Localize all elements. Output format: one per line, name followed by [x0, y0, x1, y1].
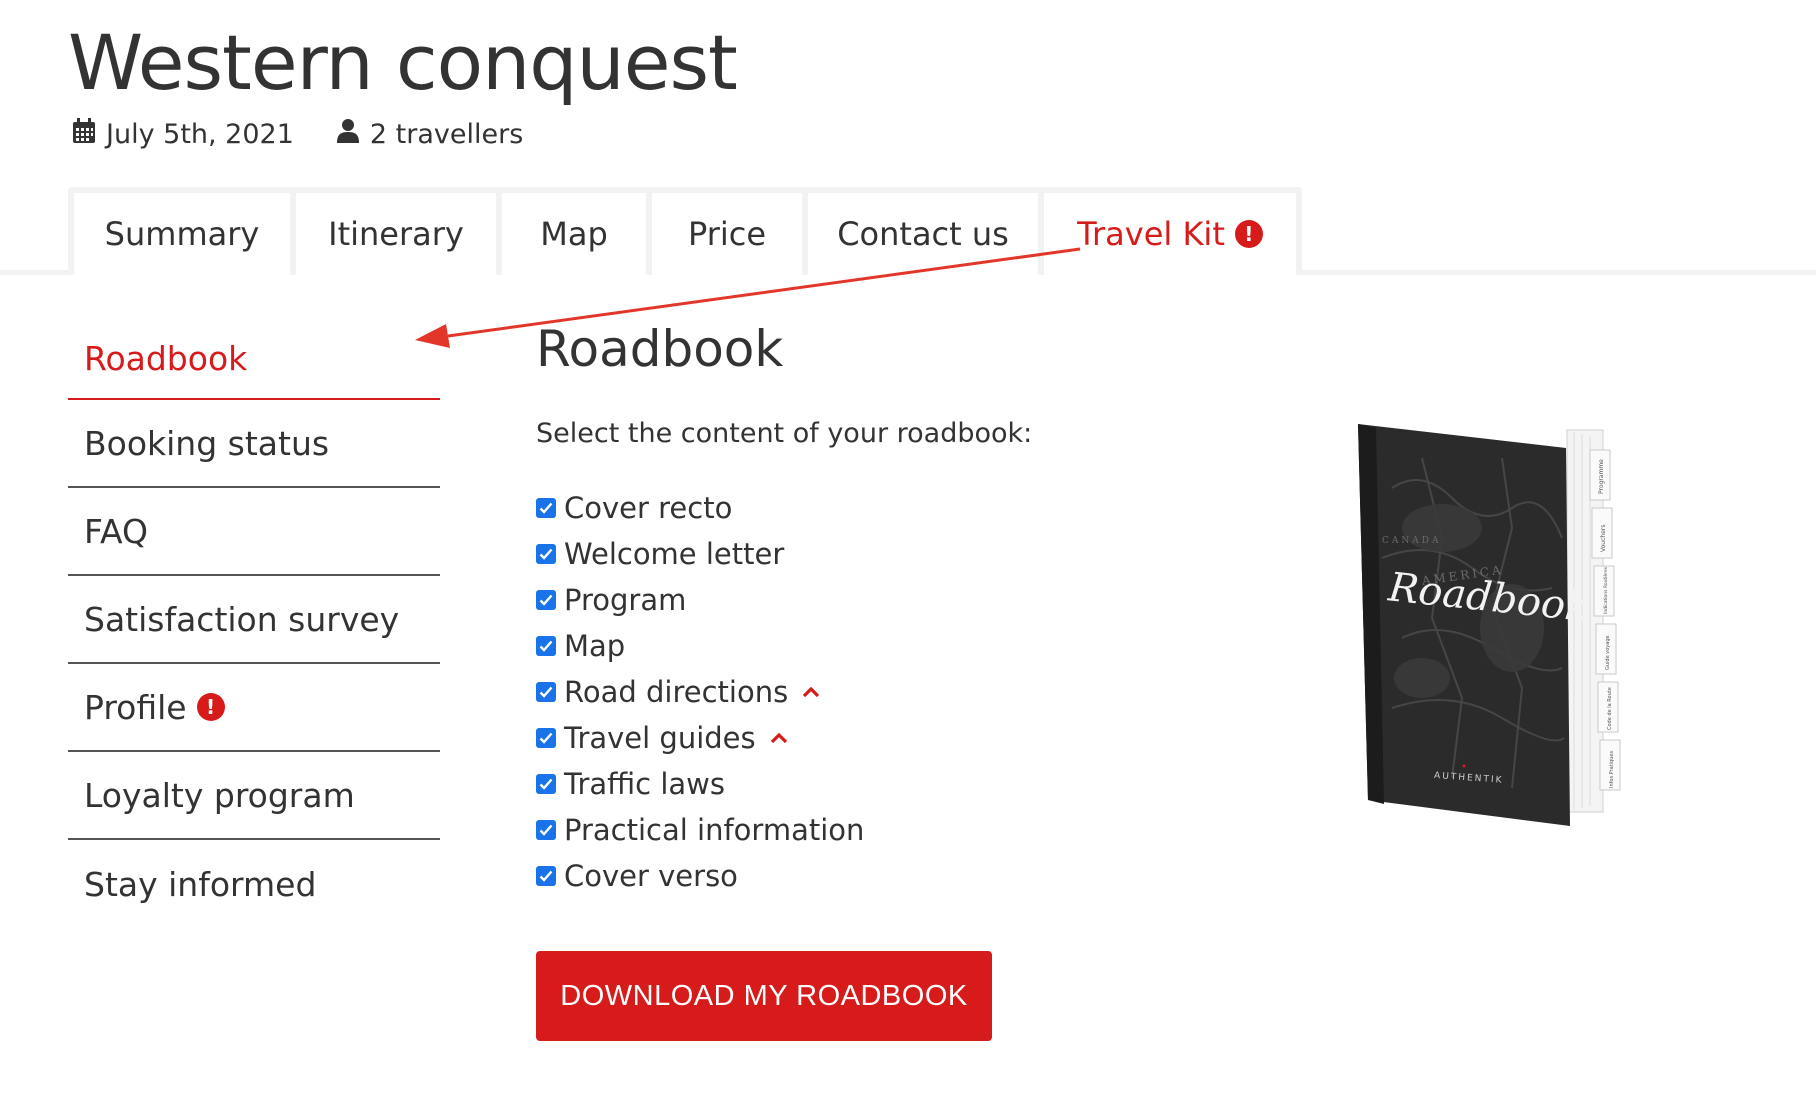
page: Western conquest July 5th, 2021 2 travel…	[0, 0, 1816, 1096]
tab-bar: Summary Itinerary Map Price Contact us T…	[68, 187, 1302, 275]
date-meta: July 5th, 2021	[72, 118, 294, 151]
book-tab-label: Infos Pratiques	[1609, 751, 1615, 788]
checkbox-checked[interactable]	[536, 682, 556, 702]
book-map-label: CANADA	[1382, 536, 1441, 546]
calendar-icon	[72, 118, 106, 151]
sidebar-item-faq[interactable]: FAQ	[68, 488, 440, 576]
tab-price[interactable]: Price	[652, 193, 802, 275]
page-title: Western conquest	[68, 18, 738, 107]
tab-summary[interactable]: Summary	[74, 193, 290, 275]
tab-travel-kit[interactable]: Travel Kit !	[1044, 193, 1296, 275]
book-tab-label: Vouchers	[1600, 525, 1607, 553]
travellers-count: 2 travellers	[369, 119, 524, 150]
option-cover-recto[interactable]: Cover recto	[536, 485, 1256, 531]
checkbox-checked[interactable]	[536, 590, 556, 610]
tab-map[interactable]: Map	[502, 193, 646, 275]
checkbox-checked[interactable]	[536, 544, 556, 564]
option-road-directions[interactable]: Road directions	[536, 669, 1256, 715]
option-cover-verso[interactable]: Cover verso	[536, 853, 1256, 899]
sidebar-item-stay-informed[interactable]: Stay informed	[68, 840, 440, 928]
checkbox-checked[interactable]	[536, 774, 556, 794]
roadbook-panel: Roadbook Select the content of your road…	[536, 320, 1256, 1041]
alert-icon: !	[1234, 220, 1263, 248]
book-tab-label: Indications Routières	[1602, 566, 1609, 614]
sidebar-item-loyalty-program[interactable]: Loyalty program	[68, 752, 440, 840]
alert-icon: !	[196, 693, 225, 721]
option-map[interactable]: Map	[536, 623, 1256, 669]
checkbox-checked[interactable]	[536, 728, 556, 748]
checkbox-checked[interactable]	[536, 820, 556, 840]
option-welcome-letter[interactable]: Welcome letter	[536, 531, 1256, 577]
chevron-up-icon[interactable]	[770, 732, 788, 744]
sidebar-item-booking-status[interactable]: Booking status	[68, 400, 440, 488]
intro-text: Select the content of your roadbook:	[536, 418, 1033, 449]
content-options: Cover recto Welcome letter Program Map R…	[536, 485, 1256, 899]
option-program[interactable]: Program	[536, 577, 1256, 623]
option-travel-guides[interactable]: Travel guides	[536, 715, 1256, 761]
tab-contact-us[interactable]: Contact us	[808, 193, 1038, 275]
chevron-up-icon[interactable]	[802, 686, 820, 698]
tab-itinerary[interactable]: Itinerary	[296, 193, 496, 275]
book-tab-label: Programme	[1598, 459, 1605, 494]
sidebar-item-roadbook[interactable]: Roadbook	[68, 318, 440, 400]
trip-date: July 5th, 2021	[106, 119, 294, 150]
checkbox-checked[interactable]	[536, 498, 556, 518]
checkbox-checked[interactable]	[536, 636, 556, 656]
travellers-meta: 2 travellers	[336, 118, 523, 151]
sidebar: Roadbook Booking status FAQ Satisfaction…	[68, 318, 440, 928]
book-tab-label: Guide voyage	[1605, 635, 1611, 670]
sidebar-item-profile[interactable]: Profile !	[68, 664, 440, 752]
sidebar-item-satisfaction-survey[interactable]: Satisfaction survey	[68, 576, 440, 664]
book-tab-label: Code de la Route	[1607, 687, 1613, 730]
download-roadbook-button[interactable]: DOWNLOAD MY ROADBOOK	[536, 951, 992, 1041]
option-traffic-laws[interactable]: Traffic laws	[536, 761, 1256, 807]
trip-meta: July 5th, 2021 2 travellers	[72, 118, 565, 151]
section-heading: Roadbook	[536, 320, 784, 378]
user-icon	[336, 118, 370, 151]
roadbook-cover-image: Programme Vouchers Indications Routières…	[1352, 418, 1642, 828]
option-practical-information[interactable]: Practical information	[536, 807, 1256, 853]
checkbox-checked[interactable]	[536, 866, 556, 886]
